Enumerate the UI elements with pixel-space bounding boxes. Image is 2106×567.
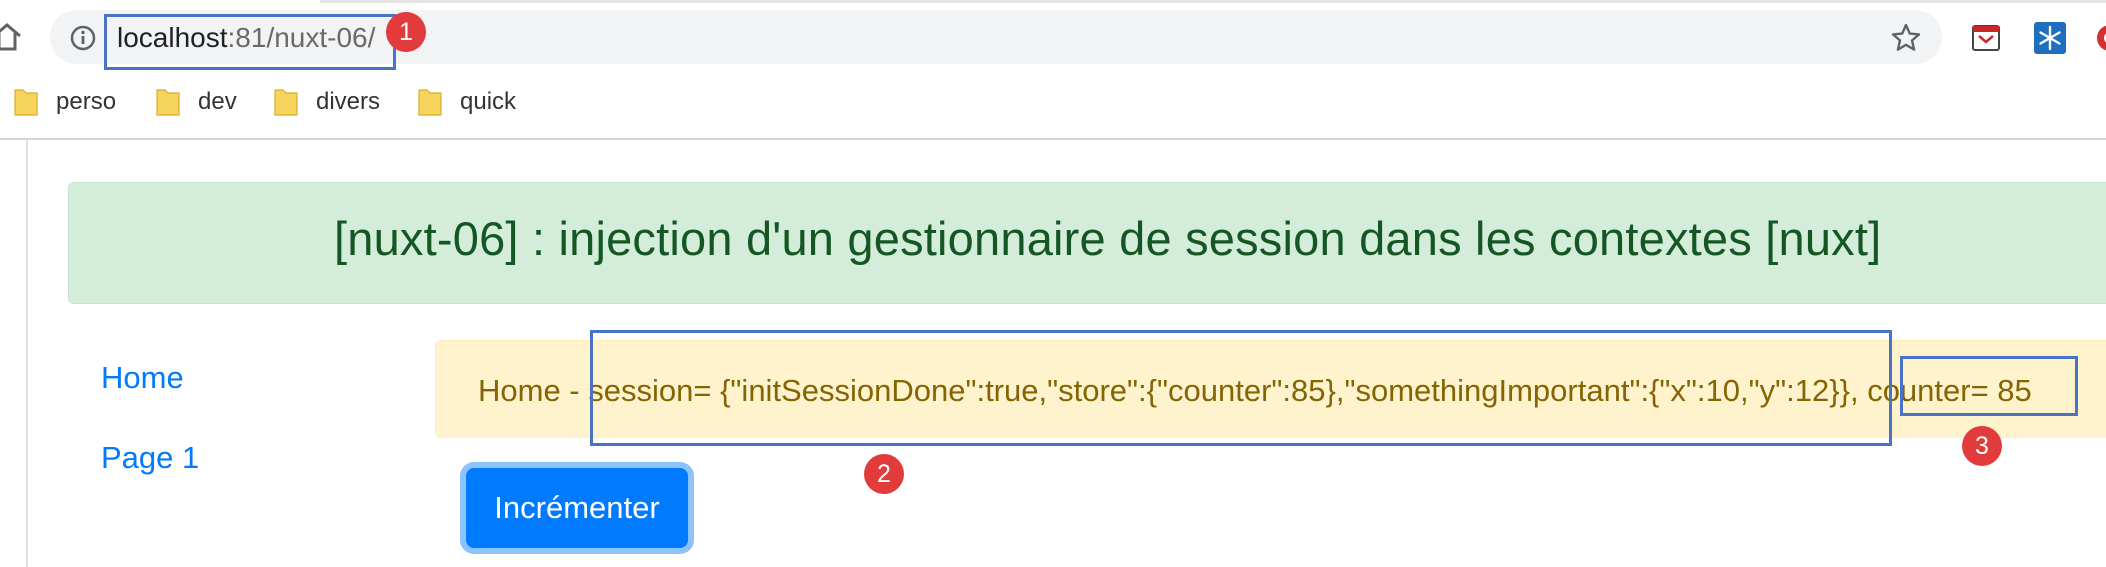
nav-link-page-1[interactable]: Page 1 — [101, 440, 199, 476]
bookmark-folder-divers[interactable]: divers — [274, 82, 384, 124]
folder-icon — [156, 89, 180, 116]
nav-link-home[interactable]: Home — [101, 360, 184, 396]
extension-red-icon[interactable] — [2094, 22, 2106, 54]
annotation-badge-2: 2 — [864, 454, 904, 494]
annotation-box-url — [104, 14, 396, 70]
bookmark-label: perso — [56, 88, 117, 115]
info-icon[interactable] — [70, 25, 96, 51]
page-left-edge — [26, 140, 28, 567]
title-banner: [nuxt-06] : injection d'un gestionnaire … — [68, 182, 2106, 304]
bookmark-folder-dev[interactable]: dev — [156, 82, 246, 124]
increment-button[interactable]: Incrémenter — [466, 468, 688, 548]
extension-snowflake-icon[interactable] — [2034, 22, 2066, 54]
bookmark-folder-quick[interactable]: quick — [418, 82, 528, 124]
bookmark-label: divers — [316, 88, 381, 115]
annotation-badge-1: 1 — [386, 12, 426, 52]
annotation-box-session — [590, 330, 1892, 446]
bookmark-folder-perso[interactable]: perso — [14, 82, 124, 124]
bookmark-star-icon[interactable] — [1890, 22, 1922, 54]
page-title: [nuxt-06] : injection d'un gestionnaire … — [334, 212, 1882, 265]
home-icon[interactable] — [0, 20, 24, 54]
extension-mail-icon[interactable] — [1970, 22, 2002, 54]
annotation-badge-3: 3 — [1962, 426, 2002, 466]
folder-icon — [14, 89, 38, 116]
folder-icon — [418, 89, 442, 116]
bookmark-label: quick — [460, 88, 517, 115]
folder-icon — [274, 89, 298, 116]
bookmark-label: dev — [198, 88, 237, 115]
alert-prefix: Home - — [478, 373, 589, 408]
annotation-box-counter — [1900, 356, 2078, 416]
tab-strip-edge — [320, 0, 2106, 3]
